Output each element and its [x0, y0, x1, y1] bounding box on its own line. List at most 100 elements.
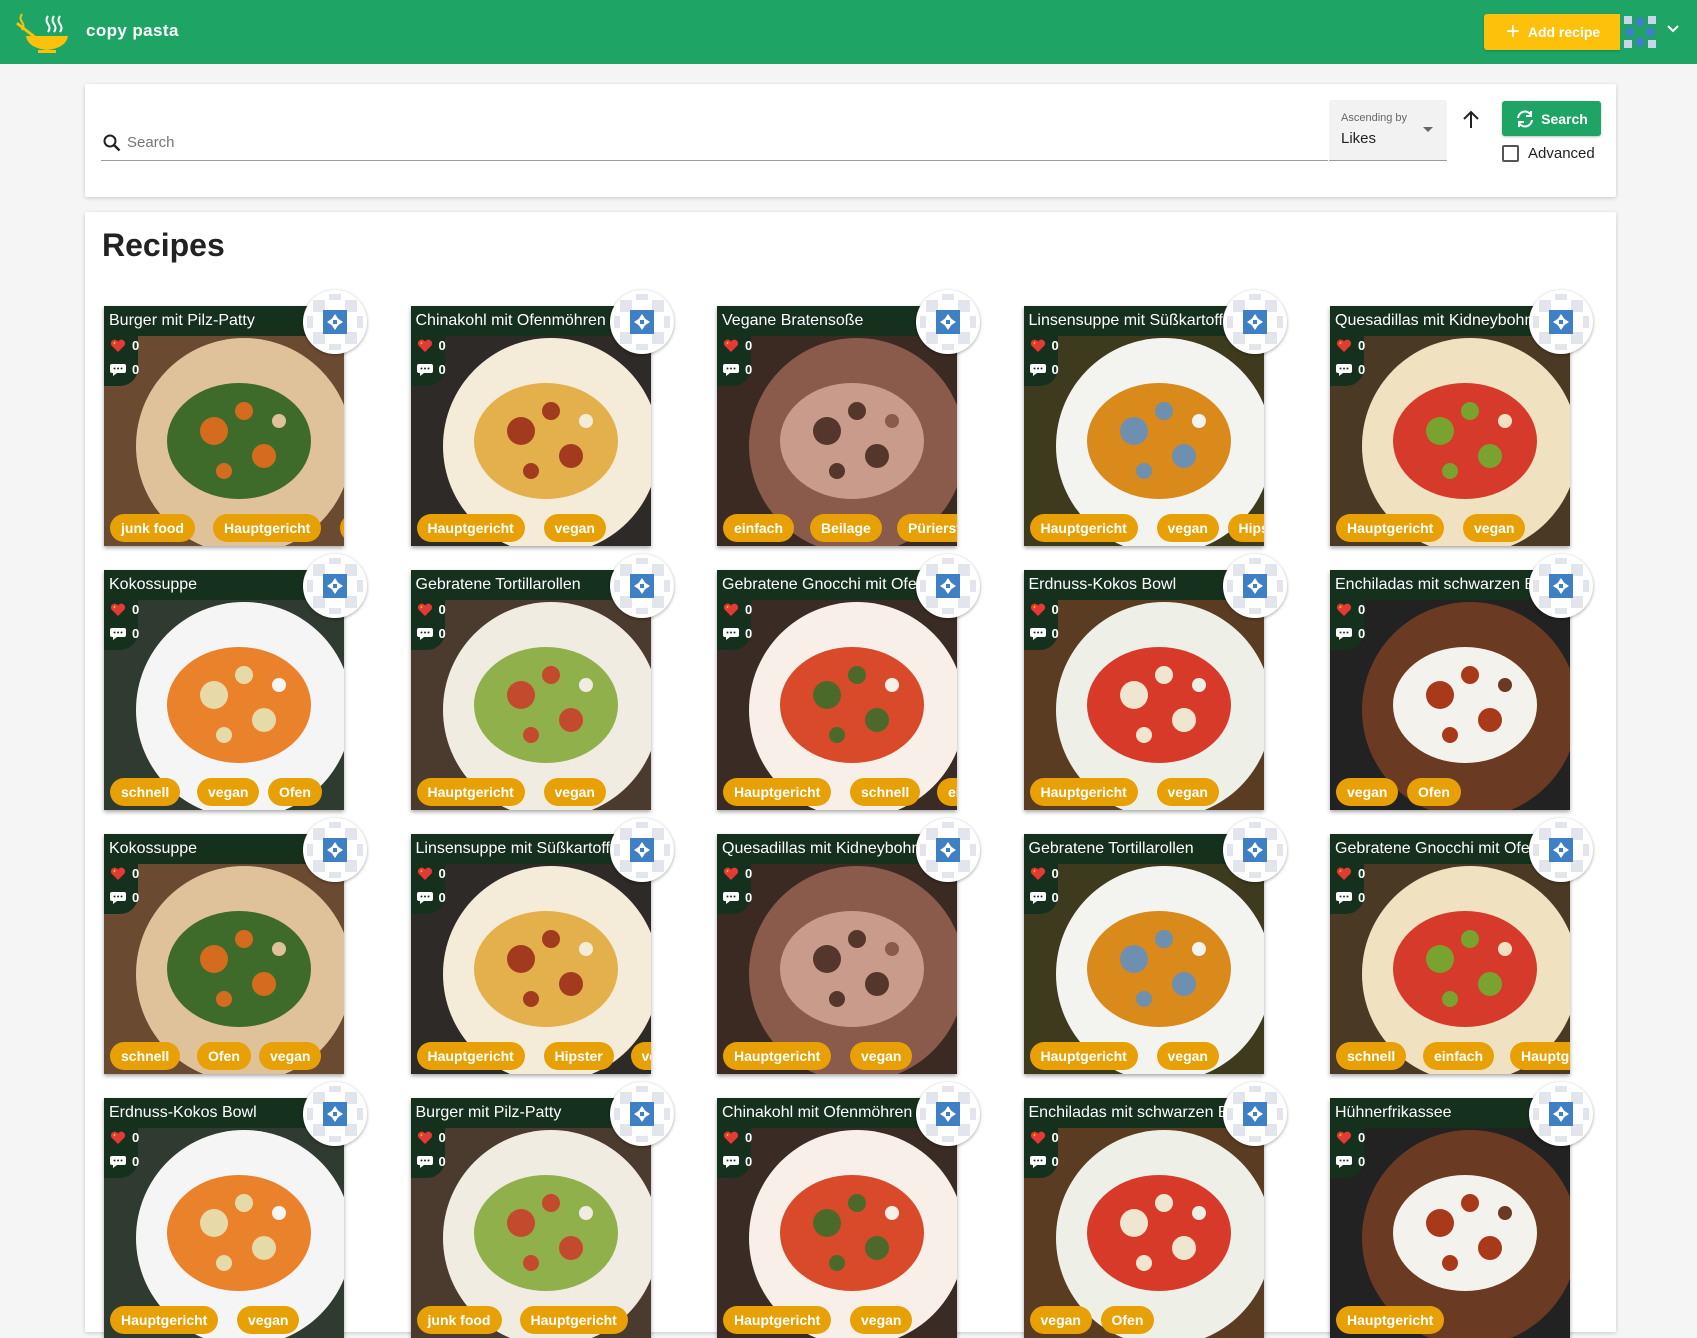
- recipe-tag[interactable]: Hipster: [543, 1042, 614, 1070]
- author-avatar[interactable]: [1222, 1082, 1287, 1146]
- likes-count[interactable]: 0: [110, 602, 139, 617]
- recipe-tag[interactable]: vegan: [340, 514, 344, 542]
- likes-count[interactable]: 0: [417, 866, 446, 881]
- arrow-up-icon[interactable]: [1459, 108, 1483, 132]
- author-avatar[interactable]: [303, 554, 367, 618]
- recipe-tag[interactable]: Ofen: [1407, 778, 1461, 806]
- recipe-title[interactable]: Kokossuppe: [109, 576, 197, 594]
- recipe-tag[interactable]: vegan: [1336, 778, 1399, 806]
- checkbox-icon[interactable]: [1502, 145, 1519, 162]
- app-name[interactable]: copy pasta: [86, 21, 179, 41]
- recipe-title[interactable]: Burger mit Pilz-Patty: [416, 1104, 562, 1122]
- comments-count[interactable]: 0: [1336, 626, 1365, 641]
- recipe-tag[interactable]: Hauptgericht: [723, 1042, 832, 1070]
- recipe-tag[interactable]: vegan: [1156, 514, 1219, 542]
- recipe-tag[interactable]: vegan: [1156, 778, 1219, 806]
- search-button[interactable]: Search: [1502, 101, 1601, 136]
- comments-count[interactable]: 0: [1336, 890, 1365, 905]
- likes-count[interactable]: 0: [1336, 866, 1365, 881]
- recipe-tag[interactable]: vegan: [543, 514, 606, 542]
- recipe-tag[interactable]: Ofen: [197, 1042, 251, 1070]
- recipe-tag[interactable]: Hipster: [1227, 514, 1264, 542]
- recipe-tag[interactable]: Hauptgericht: [519, 1306, 628, 1334]
- recipe-tag[interactable]: vegan: [1463, 514, 1526, 542]
- add-recipe-button[interactable]: + Add recipe: [1484, 14, 1622, 50]
- comments-count[interactable]: 0: [1029, 626, 1059, 641]
- recipe-title[interactable]: Linsensuppe mit Süßkartoffeln: [416, 840, 632, 858]
- comments-count[interactable]: 0: [110, 626, 139, 641]
- comments-count[interactable]: 0: [416, 890, 446, 905]
- search-field[interactable]: [101, 126, 1328, 161]
- recipe-tag[interactable]: Hauptgericht: [1336, 514, 1445, 542]
- recipe-tag[interactable]: Hauptgericht: [1029, 514, 1138, 542]
- recipe-tag[interactable]: Hauptgericht: [416, 778, 525, 806]
- likes-count[interactable]: 0: [1336, 338, 1365, 353]
- recipe-tag[interactable]: Beilage: [810, 514, 882, 542]
- recipe-tag[interactable]: einfach: [1423, 1042, 1495, 1070]
- recipe-tag[interactable]: vegan: [543, 778, 606, 806]
- recipe-tag[interactable]: schnell: [110, 1042, 181, 1070]
- recipe-tag[interactable]: vegan: [1029, 1306, 1092, 1334]
- comments-count[interactable]: 0: [1029, 1154, 1059, 1169]
- recipe-tag[interactable]: Hauptgericht: [1029, 1042, 1138, 1070]
- author-avatar[interactable]: [916, 290, 980, 354]
- recipe-tag[interactable]: schnell: [850, 778, 921, 806]
- likes-count[interactable]: 0: [723, 866, 752, 881]
- likes-count[interactable]: 0: [1030, 338, 1059, 353]
- author-avatar[interactable]: [1529, 290, 1593, 354]
- author-avatar[interactable]: [609, 1082, 674, 1146]
- recipe-tag[interactable]: Pürierstab: [897, 514, 957, 542]
- advanced-checkbox[interactable]: Advanced: [1502, 145, 1595, 162]
- recipe-tag[interactable]: Hauptgericht: [416, 514, 525, 542]
- likes-count[interactable]: 0: [417, 1130, 446, 1145]
- recipe-tag[interactable]: vegan: [1156, 1042, 1219, 1070]
- author-avatar[interactable]: [1529, 554, 1593, 618]
- comments-count[interactable]: 0: [723, 626, 752, 641]
- recipe-tag[interactable]: Hauptgericht: [110, 1306, 219, 1334]
- likes-count[interactable]: 0: [1030, 866, 1059, 881]
- author-avatar[interactable]: [609, 290, 674, 354]
- author-avatar[interactable]: [303, 290, 367, 354]
- author-avatar[interactable]: [303, 1082, 367, 1146]
- likes-count[interactable]: 0: [1336, 1130, 1365, 1145]
- recipe-tag[interactable]: schnell: [1336, 1042, 1407, 1070]
- soup-bowl-logo-icon[interactable]: [14, 10, 70, 54]
- author-avatar[interactable]: [1529, 1082, 1593, 1146]
- comments-count[interactable]: 0: [110, 890, 139, 905]
- recipe-tag[interactable]: vegan: [197, 778, 260, 806]
- likes-count[interactable]: 0: [417, 338, 446, 353]
- recipe-tag[interactable]: vegan: [630, 1042, 651, 1070]
- comments-count[interactable]: 0: [416, 626, 446, 641]
- likes-count[interactable]: 0: [723, 1130, 752, 1145]
- author-avatar[interactable]: [609, 818, 674, 882]
- recipe-tag[interactable]: schnell: [110, 778, 181, 806]
- recipe-tag[interactable]: Hauptgericht: [1029, 778, 1138, 806]
- recipe-tag[interactable]: vegan: [237, 1306, 300, 1334]
- recipe-title[interactable]: Kokossuppe: [109, 840, 197, 858]
- sort-by-select[interactable]: Ascending by Likes: [1329, 100, 1447, 161]
- likes-count[interactable]: 0: [110, 1130, 139, 1145]
- author-avatar[interactable]: [916, 554, 980, 618]
- user-avatar-icon[interactable]: [1620, 12, 1660, 52]
- recipe-tag[interactable]: vegan: [850, 1042, 913, 1070]
- recipe-tag[interactable]: Hauptgericht: [723, 778, 832, 806]
- author-avatar[interactable]: [1222, 290, 1287, 354]
- comments-count[interactable]: 0: [416, 362, 446, 377]
- author-avatar[interactable]: [916, 818, 980, 882]
- recipe-tag[interactable]: einfach: [723, 514, 795, 542]
- comments-count[interactable]: 0: [1029, 362, 1059, 377]
- author-avatar[interactable]: [303, 818, 367, 882]
- author-avatar[interactable]: [609, 554, 674, 618]
- recipe-title[interactable]: Erdnuss-Kokos Bowl: [109, 1104, 257, 1122]
- recipe-title[interactable]: Gebratene Tortillarollen: [416, 576, 581, 594]
- comments-count[interactable]: 0: [1336, 1154, 1365, 1169]
- comments-count[interactable]: 0: [110, 362, 139, 377]
- recipe-tag[interactable]: Hauptgericht: [1336, 1306, 1445, 1334]
- likes-count[interactable]: 0: [110, 338, 139, 353]
- author-avatar[interactable]: [1222, 818, 1287, 882]
- author-avatar[interactable]: [916, 1082, 980, 1146]
- recipe-tag[interactable]: Ofen: [1100, 1306, 1155, 1334]
- comments-count[interactable]: 0: [723, 362, 752, 377]
- search-input[interactable]: [125, 133, 1319, 152]
- author-avatar[interactable]: [1222, 554, 1287, 618]
